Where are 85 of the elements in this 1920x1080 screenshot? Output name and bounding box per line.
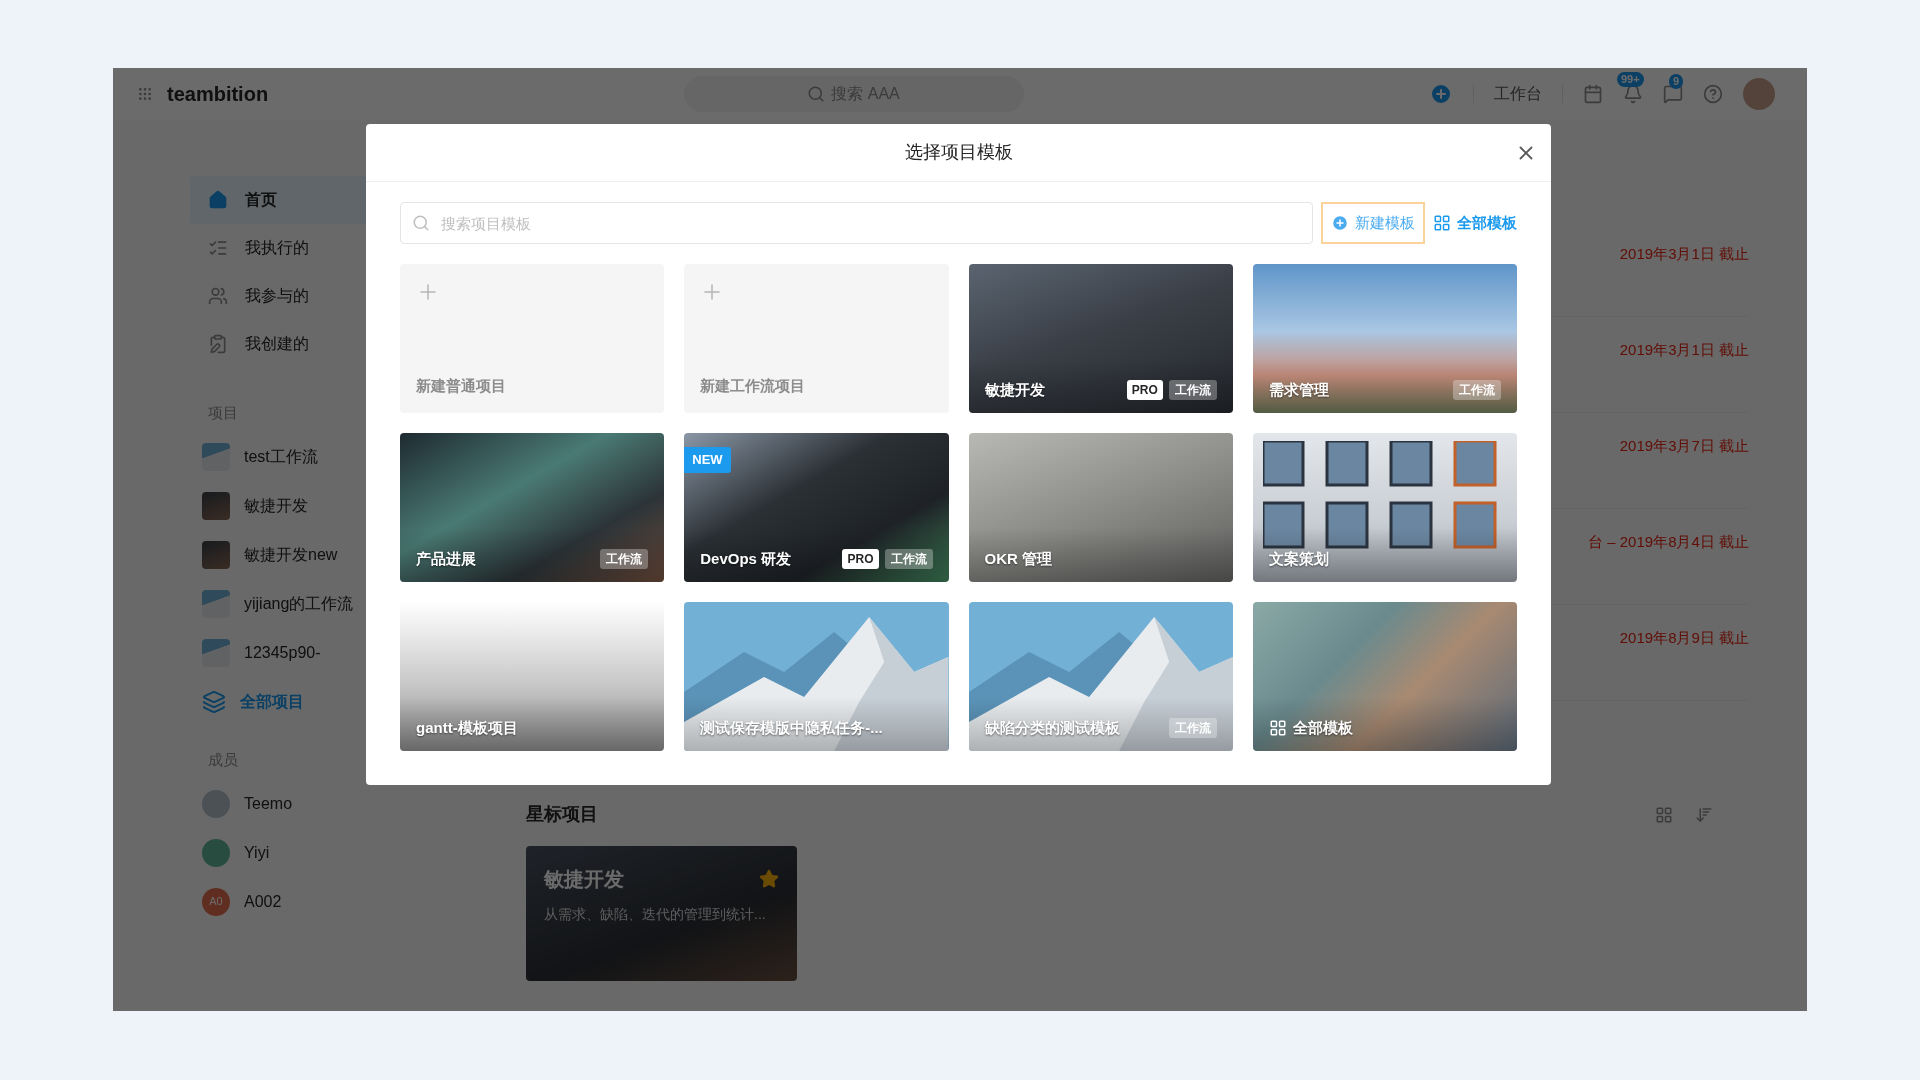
template-card[interactable]: NEW DevOps 研发 PRO 工作流	[684, 433, 949, 582]
card-title: 全部模板	[1292, 717, 1353, 738]
member-name: Teemo	[244, 793, 293, 814]
layers-icon	[202, 690, 226, 714]
card-title: 缺陷分类的测试模板	[984, 717, 1120, 738]
home-icon	[208, 190, 228, 210]
notification-badge: 99+	[1617, 72, 1644, 87]
card-title: 产品进展	[416, 548, 476, 569]
search-icon	[807, 85, 826, 103]
section-heading: 星标项目	[526, 803, 598, 826]
search-field[interactable]: 搜索项目模板	[400, 202, 1313, 244]
card-title: 新建普通项目	[416, 375, 507, 396]
new-badge: NEW	[684, 447, 731, 473]
member-avatar: A0	[202, 887, 230, 916]
member-item[interactable]: A0 A002	[190, 877, 413, 926]
project-name: 敏捷开发new	[244, 545, 338, 565]
template-card[interactable]: 需求管理 工作流	[1252, 264, 1517, 413]
project-name: 敏捷开发	[244, 496, 308, 516]
project-name: test工作流	[244, 447, 318, 467]
template-card[interactable]: 敏捷开发 PRO 工作流	[968, 264, 1233, 413]
all-templates-button[interactable]: 全部模板	[1433, 202, 1517, 244]
pro-badge: PRO	[842, 548, 879, 569]
card-title: DevOps 研发	[700, 548, 792, 569]
template-card[interactable]: 产品进展 工作流	[400, 433, 665, 582]
card-title: 需求管理	[1268, 379, 1329, 400]
new-template-button[interactable]: 新建模板	[1321, 202, 1425, 244]
project-card[interactable]: 敏捷开发 从需求、缺陷、迭代的管理到统计...	[526, 846, 797, 981]
member-name: A002	[244, 891, 282, 912]
sort-icon[interactable]	[1695, 805, 1713, 824]
template-card[interactable]: 新建普通项目	[400, 264, 665, 413]
member-item[interactable]: Yiyi	[190, 828, 413, 877]
user-avatar[interactable]	[1743, 78, 1775, 110]
checklist-icon	[208, 238, 228, 258]
mountain-thumbnail	[202, 443, 230, 471]
member-name: Yiyi	[244, 842, 270, 863]
add-icon	[1331, 214, 1349, 232]
card-title: gantt-模板项目	[416, 717, 518, 738]
due-date: 2019年3月1日 截止	[1619, 340, 1749, 360]
project-name: 12345p90-	[244, 643, 321, 663]
member-item[interactable]: Teemo	[190, 779, 413, 828]
template-card[interactable]: 全部模板	[1252, 602, 1517, 751]
card-title: 敏捷开发	[544, 867, 624, 892]
photo-placeholder	[202, 541, 230, 569]
card-description: 从需求、缺陷、迭代的管理到统计...	[544, 905, 767, 924]
people-icon	[208, 286, 228, 306]
card-title: 敏捷开发	[984, 379, 1045, 400]
search-icon	[412, 214, 430, 232]
project-name: yijiang的工作流	[244, 594, 354, 614]
apps-icon[interactable]	[137, 86, 153, 102]
mountain-thumbnail	[202, 590, 230, 618]
template-card[interactable]: 新建工作流项目	[684, 264, 949, 413]
due-date: 2019年3月7日 截止	[1619, 436, 1749, 456]
workflow-tag: 工作流	[1168, 717, 1217, 738]
workflow-tag: 工作流	[1453, 379, 1501, 400]
member-avatar	[202, 838, 230, 867]
message-icon[interactable]	[1663, 84, 1683, 104]
logo[interactable]: teambition	[167, 79, 269, 109]
mountain-thumbnail	[202, 639, 230, 667]
grid-icon	[1433, 214, 1451, 232]
grid-icon	[1268, 718, 1287, 737]
due-date: 台 – 2019年8月4日 截止	[1588, 532, 1749, 552]
help-icon[interactable]	[1703, 84, 1723, 104]
member-avatar	[202, 789, 230, 818]
bell-icon[interactable]	[1623, 84, 1643, 104]
dialog-title: 选择项目模板	[904, 141, 1013, 164]
card-title: 文案策划	[1268, 548, 1329, 569]
card-title: 新建工作流项目	[700, 375, 807, 396]
workflow-tag: 工作流	[884, 548, 933, 569]
workflow-tag: 工作流	[1168, 379, 1217, 400]
calendar-icon[interactable]	[1583, 84, 1603, 104]
clipboard-icon	[208, 334, 228, 354]
workbench-link[interactable]: 工作台	[1494, 82, 1542, 106]
grid-view-icon[interactable]	[1655, 805, 1673, 824]
pro-badge: PRO	[1126, 379, 1163, 400]
add-icon[interactable]	[1429, 82, 1453, 106]
template-card[interactable]: 文案策划	[1252, 433, 1517, 582]
template-card[interactable]: OKR 管理	[968, 433, 1233, 582]
due-date: 2019年3月1日 截止	[1619, 244, 1749, 264]
photo-placeholder	[202, 492, 230, 520]
message-badge: 9	[1669, 74, 1684, 89]
due-date: 2019年8月9日 截止	[1619, 628, 1749, 648]
workflow-tag: 工作流	[600, 548, 649, 569]
star-icon[interactable]	[759, 869, 779, 889]
card-title: 测试保存模版中隐私任务-...	[700, 717, 883, 738]
card-title: OKR 管理	[984, 548, 1052, 569]
